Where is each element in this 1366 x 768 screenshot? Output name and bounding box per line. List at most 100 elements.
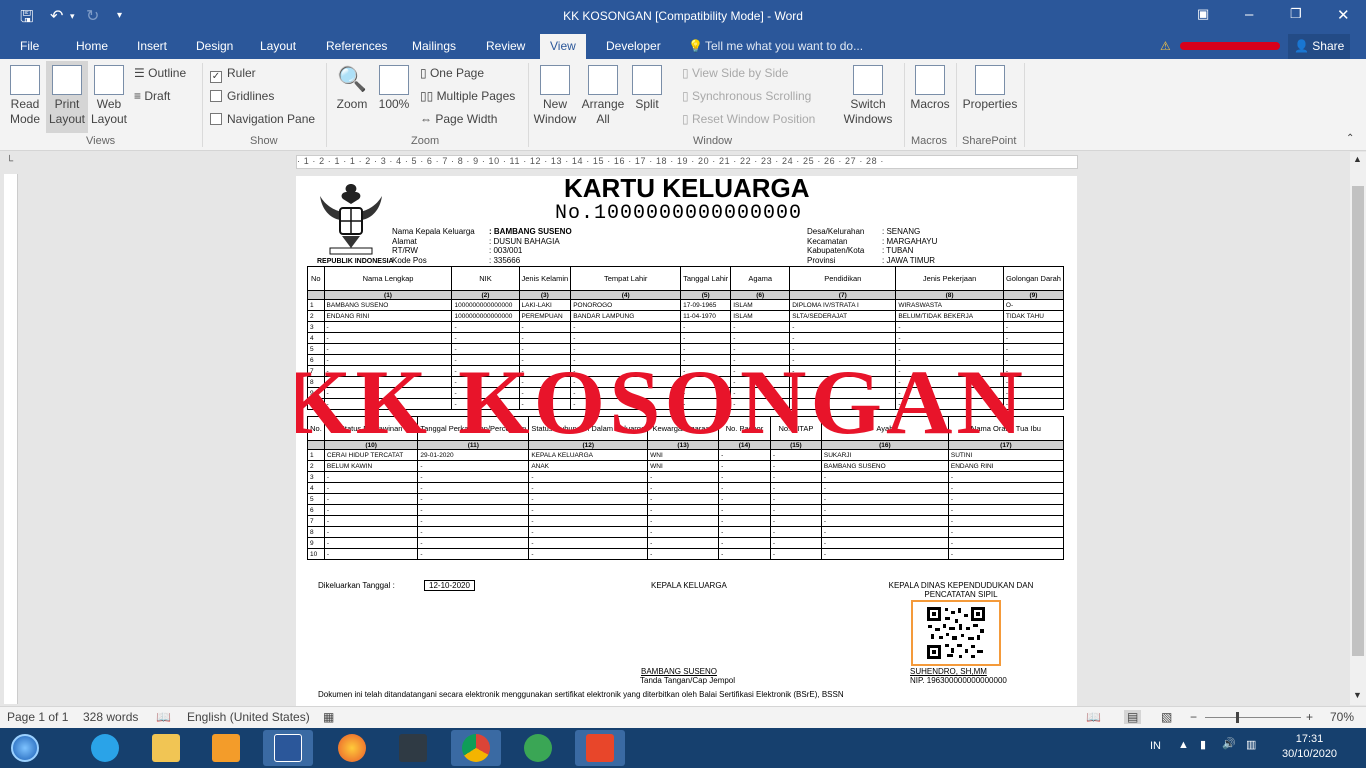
kepala-signature-label: Tanda Tangan/Cap Jempol (640, 676, 736, 685)
table-cell: - (820, 493, 949, 505)
page-width-button[interactable]: ⇔ Page Width (420, 112, 497, 126)
battery-icon[interactable]: ▮ (1200, 738, 1206, 751)
table-cell: - (718, 548, 771, 560)
clock-time: 17:31 (1295, 733, 1324, 745)
collapse-ribbon-icon[interactable]: ⌃ (1346, 133, 1354, 144)
share-button[interactable]: 👤 Share (1288, 34, 1350, 59)
taskbar-foxit[interactable] (575, 730, 625, 766)
scroll-up-icon[interactable]: ▲ (1353, 154, 1362, 164)
show-hidden-icons-icon[interactable]: ▲ (1178, 739, 1189, 751)
web-layout-button[interactable]: Web Layout (88, 65, 130, 127)
ruler-checkbox[interactable]: ✓ Ruler (210, 66, 256, 83)
table-cell: - (769, 460, 822, 472)
properties-button[interactable]: Properties (960, 65, 1020, 112)
vertical-ruler[interactable] (4, 174, 18, 704)
tab-references[interactable]: References (326, 39, 387, 53)
word-count[interactable]: 328 words (83, 710, 138, 724)
close-icon[interactable]: ✕ (1337, 6, 1350, 24)
table-cell: 7 (307, 515, 325, 527)
column-number: (4) (570, 290, 682, 300)
table-cell: - (647, 471, 720, 483)
taskbar-ie[interactable] (80, 730, 130, 766)
scroll-down-icon[interactable]: ▼ (1353, 690, 1362, 700)
one-page-icon: ▯ (420, 66, 427, 80)
table-cell: - (718, 471, 771, 483)
tab-developer[interactable]: Developer (606, 39, 661, 53)
network-icon[interactable]: ▥ (1246, 738, 1256, 751)
start-button[interactable] (0, 730, 50, 766)
tab-insert[interactable]: Insert (137, 39, 167, 53)
table-cell: - (528, 482, 649, 494)
one-page-button[interactable]: ▯ One Page (420, 66, 484, 80)
tell-me-input[interactable]: Tell me what you want to do... (705, 39, 863, 53)
zoom-slider[interactable] (1205, 717, 1301, 718)
taskbar-firefox[interactable] (327, 730, 377, 766)
sync-scroll-icon: ▯ (682, 89, 689, 103)
garuda-emblem-icon (320, 184, 382, 255)
ribbon-display-icon[interactable]: ▣ (1197, 6, 1209, 22)
print-layout-view-icon[interactable]: ▤ (1124, 710, 1142, 724)
multiple-pages-button[interactable]: ▯▯ Multiple Pages (420, 89, 515, 103)
table-cell: - (518, 321, 572, 333)
gridlines-checkbox[interactable]: Gridlines (210, 89, 274, 103)
web-layout-view-icon[interactable]: ▧ (1161, 710, 1172, 724)
taskbar-explorer[interactable] (141, 730, 191, 766)
table-cell: - (895, 321, 1004, 333)
tab-design[interactable]: Design (196, 39, 233, 53)
tab-mailings[interactable]: Mailings (412, 39, 456, 53)
tab-layout[interactable]: Layout (260, 39, 296, 53)
language-indicator[interactable]: English (United States) (187, 710, 310, 724)
horizontal-ruler[interactable]: · 1 · 2 · 1 · 1 · 2 · 3 · 4 · 5 · 6 · 7 … (296, 155, 1078, 169)
clock[interactable]: 17:31 30/10/2020 (1282, 733, 1337, 760)
taskbar-word[interactable] (263, 730, 313, 766)
table-row: 10- - - - - - - - (307, 548, 1065, 560)
split-button[interactable]: Split (626, 65, 668, 112)
document-page[interactable]: REPUBLIK INDONESIA KARTU KELUARGA No.100… (296, 176, 1077, 706)
qr-code-icon (911, 600, 1001, 666)
tab-home[interactable]: Home (76, 39, 108, 53)
zoom-level[interactable]: 70% (1330, 710, 1354, 724)
zoom-in-icon[interactable]: + (1306, 710, 1313, 724)
taskbar-filmora[interactable] (388, 730, 438, 766)
vertical-scrollbar[interactable]: ▲ ▼ (1350, 152, 1366, 705)
taskbar-chrome[interactable] (451, 730, 501, 766)
read-mode-button[interactable]: Read Mode (4, 65, 46, 127)
watermark-text: KK KOSONGAN (296, 351, 1027, 453)
table-cell: - (769, 548, 822, 560)
maximize-icon[interactable]: ❐ (1290, 6, 1302, 22)
taskbar-idm[interactable] (513, 730, 563, 766)
arrange-all-button[interactable]: Arrange All (580, 65, 626, 127)
zoom-100-button[interactable]: 100% (374, 65, 414, 112)
tab-view[interactable]: View (540, 34, 586, 59)
new-window-button[interactable]: New Window (532, 65, 578, 127)
chrome-icon (462, 734, 490, 762)
zoom-out-icon[interactable]: − (1190, 710, 1197, 724)
macros-button[interactable]: Macros (908, 65, 952, 112)
tab-file[interactable]: File (20, 39, 39, 53)
navigation-pane-checkbox[interactable]: Navigation Pane (210, 112, 315, 126)
separator (326, 63, 327, 147)
print-layout-button[interactable]: Print Layout (46, 61, 88, 133)
macro-record-icon[interactable]: ▦ (323, 710, 334, 724)
minimize-icon[interactable]: – (1245, 6, 1253, 23)
table-cell: 17-09-1965 (680, 299, 732, 311)
proofing-icon[interactable]: 📖 (156, 710, 171, 724)
taskbar-media-player[interactable] (201, 730, 251, 766)
tab-review[interactable]: Review (486, 39, 525, 53)
draft-button[interactable]: ≡ Draft (134, 89, 170, 103)
outline-button[interactable]: ☰ Outline (134, 66, 186, 80)
scrollbar-thumb[interactable] (1352, 186, 1364, 656)
column-header: Agama (730, 266, 791, 291)
zoom-button[interactable]: 🔍 Zoom (332, 65, 372, 112)
table-cell: - (570, 332, 682, 344)
zoom-slider-thumb[interactable] (1236, 712, 1239, 723)
table-cell: LAKI-LAKI (518, 299, 572, 311)
switch-windows-button[interactable]: Switch Windows (838, 65, 898, 127)
read-mode-view-icon[interactable]: 📖 (1086, 710, 1101, 724)
page-count[interactable]: Page 1 of 1 (7, 710, 68, 724)
input-language[interactable]: IN (1150, 740, 1161, 752)
volume-icon[interactable]: 🔊 (1222, 737, 1236, 750)
table-cell: - (820, 526, 949, 538)
table-cell: - (947, 537, 1065, 549)
tab-selector-icon[interactable]: └ (6, 156, 13, 167)
